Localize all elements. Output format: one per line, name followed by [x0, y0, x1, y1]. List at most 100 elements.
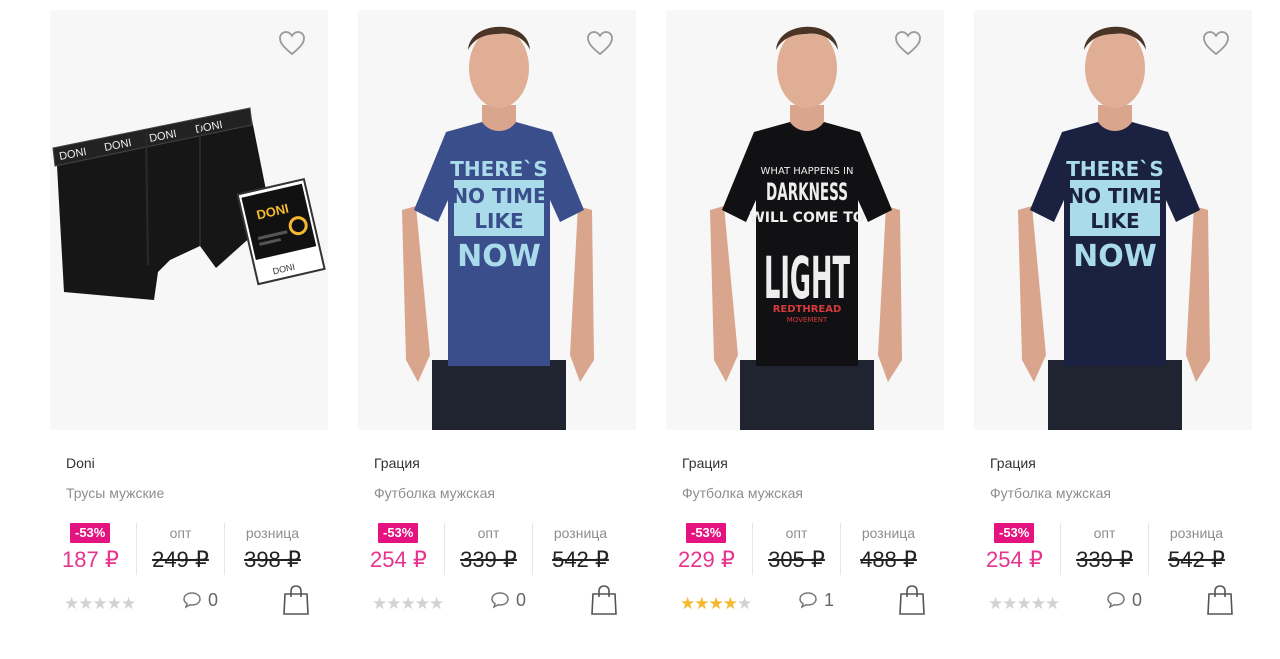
shopping-bag-icon[interactable] — [1206, 584, 1234, 616]
heart-icon[interactable] — [586, 30, 614, 56]
product-title[interactable]: Футболка мужская — [374, 485, 495, 501]
product-brand[interactable]: Грация — [374, 455, 420, 471]
model-tshirt-image: THERE`S NO TIME LIKE NOW — [1018, 26, 1210, 430]
retail-price: 488 ₽ — [860, 547, 917, 572]
star-icon[interactable]: ★ — [64, 594, 79, 613]
star-icon[interactable]: ★ — [988, 594, 1003, 613]
star-icon[interactable]: ★ — [429, 594, 444, 613]
product-brand[interactable]: Грация — [682, 455, 728, 471]
comment-icon — [183, 592, 201, 609]
tshirt-print-line: WILL COME TO — [749, 210, 864, 226]
star-icon[interactable]: ★ — [372, 594, 387, 613]
rating-stars[interactable]: ★★★★★ — [988, 594, 1060, 614]
star-icon[interactable]: ★ — [121, 594, 136, 613]
tshirt-print-line: NO TIME — [1067, 184, 1162, 208]
retail-price: 398 ₽ — [244, 547, 301, 572]
shopping-bag-icon[interactable] — [590, 584, 618, 616]
comments-link[interactable]: 0 — [1106, 590, 1142, 611]
product-card[interactable]: THERE`S NO TIME LIKE NOW Грация Футболка… — [974, 10, 1252, 650]
price-block: -53% 254 ₽ опт 339 ₽ розница 542 ₽ — [986, 523, 1248, 575]
star-icon[interactable]: ★ — [401, 594, 416, 613]
tshirt-print-line: LIKE — [474, 209, 523, 233]
opt-price: 339 ₽ — [460, 547, 517, 572]
model-tshirt-image: WHAT HAPPENS IN DARKNESS WILL COME TO LI… — [710, 26, 902, 430]
rating-stars[interactable]: ★★★★★ — [372, 594, 444, 614]
tshirt-print-line: NO TIME — [451, 184, 546, 208]
comments-link[interactable]: 1 — [798, 590, 834, 611]
star-icon[interactable]: ★ — [694, 594, 709, 613]
boxer-briefs-image: DONI DONI DONI DONI DONI DONI — [52, 107, 326, 300]
tshirt-print-line: DARKNESS — [766, 178, 848, 206]
product-title[interactable]: Футболка мужская — [990, 485, 1111, 501]
discount-badge: -53% — [994, 523, 1035, 543]
star-icon[interactable]: ★ — [1017, 594, 1032, 613]
opt-price: 339 ₽ — [1076, 547, 1133, 572]
comments-link[interactable]: 0 — [182, 590, 218, 611]
tshirt-print-line: LIGHT — [764, 244, 850, 312]
shopping-bag-icon[interactable] — [282, 584, 310, 616]
retail-label: розница — [861, 525, 916, 541]
star-icon[interactable]: ★ — [78, 594, 93, 613]
star-icon[interactable]: ★ — [709, 594, 724, 613]
product-image[interactable]: THERE`S NO TIME LIKE NOW — [974, 10, 1252, 430]
product-title[interactable]: Трусы мужские — [66, 485, 164, 501]
price-block: -53% 187 ₽ опт 249 ₽ розница 398 ₽ — [62, 523, 324, 575]
meta-row: ★★★★★ 0 — [64, 585, 326, 618]
meta-row: ★★★★★ 0 — [988, 585, 1250, 618]
retail-price: 542 ₽ — [552, 547, 609, 572]
product-card[interactable]: THERE`S NO TIME LIKE NOW Грация Футболка… — [358, 10, 636, 650]
rating-stars[interactable]: ★★★★★ — [64, 594, 136, 614]
star-icon[interactable]: ★ — [386, 594, 401, 613]
star-icon[interactable]: ★ — [737, 594, 752, 613]
opt-label: опт — [169, 525, 192, 541]
heart-icon[interactable] — [278, 30, 306, 56]
star-icon[interactable]: ★ — [1031, 594, 1046, 613]
comments-count: 1 — [824, 590, 835, 610]
discount-badge: -53% — [686, 523, 727, 543]
product-title[interactable]: Футболка мужская — [682, 485, 803, 501]
tshirt-print-line: NOW — [1073, 239, 1157, 274]
opt-label: опт — [1093, 525, 1116, 541]
tshirt-print-line: LIKE — [1090, 209, 1139, 233]
rating-stars[interactable]: ★★★★★ — [680, 594, 752, 614]
heart-icon[interactable] — [894, 30, 922, 56]
product-card[interactable]: DONI DONI DONI DONI DONI DONI Doni Трусы… — [50, 10, 328, 650]
comment-icon — [1107, 592, 1125, 609]
sale-price: 254 ₽ — [370, 547, 427, 572]
product-card[interactable]: WHAT HAPPENS IN DARKNESS WILL COME TO LI… — [666, 10, 944, 650]
price-block: -53% 254 ₽ опт 339 ₽ розница 542 ₽ — [370, 523, 632, 575]
retail-price: 542 ₽ — [1168, 547, 1225, 572]
heart-icon[interactable] — [1202, 30, 1230, 56]
sale-price: 187 ₽ — [62, 547, 119, 572]
discount-badge: -53% — [70, 523, 111, 543]
meta-row: ★★★★★ 0 — [372, 585, 634, 618]
product-image[interactable]: WHAT HAPPENS IN DARKNESS WILL COME TO LI… — [666, 10, 944, 430]
comments-count: 0 — [208, 590, 219, 610]
comment-icon — [491, 592, 509, 609]
comments-link[interactable]: 0 — [490, 590, 526, 611]
comments-count: 0 — [516, 590, 527, 610]
discount-badge: -53% — [378, 523, 419, 543]
tshirt-print-line: THERE`S — [1066, 157, 1164, 181]
tshirt-print-line: MOVEMENT — [787, 316, 828, 324]
tshirt-print-line: THERE`S — [450, 157, 548, 181]
product-image[interactable]: THERE`S NO TIME LIKE NOW — [358, 10, 636, 430]
star-icon[interactable]: ★ — [1045, 594, 1060, 613]
product-brand[interactable]: Doni — [66, 455, 95, 471]
star-icon[interactable]: ★ — [415, 594, 430, 613]
star-icon[interactable]: ★ — [1002, 594, 1017, 613]
opt-price: 305 ₽ — [768, 547, 825, 572]
star-icon[interactable]: ★ — [680, 594, 695, 613]
shopping-bag-icon[interactable] — [898, 584, 926, 616]
sale-price: 229 ₽ — [678, 547, 735, 572]
tshirt-print-line: NOW — [457, 239, 541, 274]
star-icon[interactable]: ★ — [723, 594, 738, 613]
comments-count: 0 — [1132, 590, 1143, 610]
product-image[interactable]: DONI DONI DONI DONI DONI DONI — [50, 10, 328, 430]
retail-label: розница — [553, 525, 608, 541]
star-icon[interactable]: ★ — [107, 594, 122, 613]
star-icon[interactable]: ★ — [93, 594, 108, 613]
retail-label: розница — [245, 525, 300, 541]
product-brand[interactable]: Грация — [990, 455, 1036, 471]
model-tshirt-image: THERE`S NO TIME LIKE NOW — [402, 26, 594, 430]
